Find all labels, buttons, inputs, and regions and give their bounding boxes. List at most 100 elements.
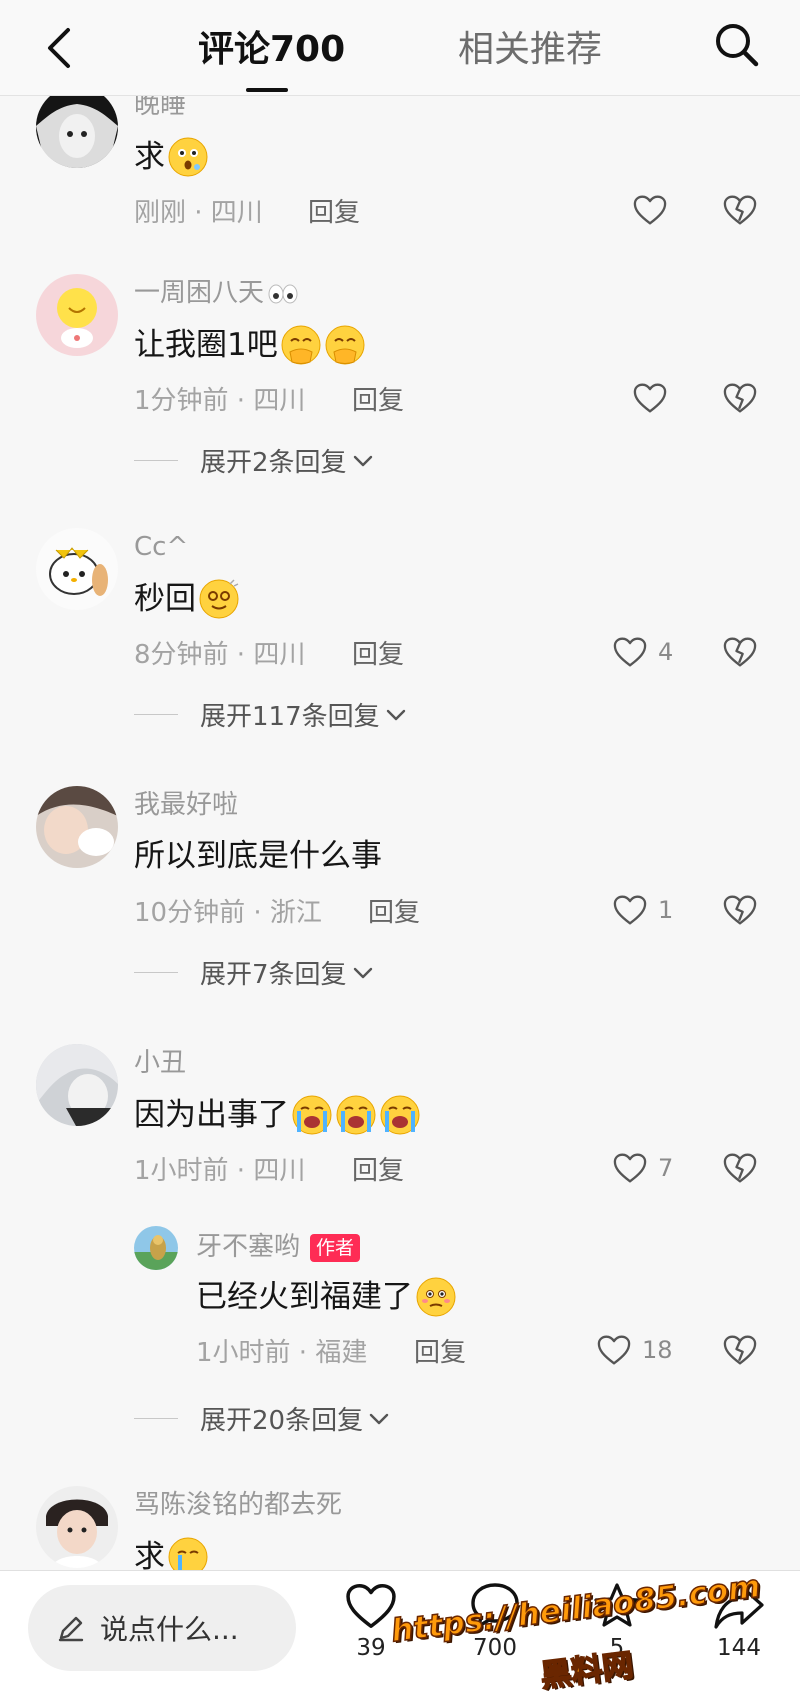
dislike-button[interactable] [722, 1152, 758, 1188]
comment-text: 秒回 [134, 578, 240, 620]
dislike-button[interactable] [722, 1334, 758, 1370]
reply-time-location: 1小时前 · 福建 [196, 1338, 368, 1368]
comment-input[interactable]: 说点什么... [28, 1585, 296, 1671]
reply-button[interactable]: 回复 [368, 896, 420, 930]
divider-line [134, 1418, 178, 1419]
username-text: 牙不塞哟 [196, 1232, 301, 1262]
broken-heart-icon [722, 1334, 758, 1366]
avatar[interactable] [36, 1044, 118, 1126]
back-arrow-icon [48, 28, 70, 68]
eyes-emoji [268, 284, 298, 303]
avatar[interactable] [36, 786, 118, 868]
like-button[interactable]: 4 [612, 636, 673, 668]
expand-replies-button[interactable]: 展开2条回复 [134, 442, 373, 479]
comment-item: 我最好啦 所以到底是什么事 10分钟前 · 浙江 回复 1 展开7条回复 [0, 786, 800, 990]
loudly-crying-emoji [291, 1094, 333, 1136]
like-count: 7 [658, 1154, 674, 1182]
chevron-down-icon [353, 455, 373, 467]
heart-icon [632, 194, 668, 226]
broken-heart-icon [722, 1152, 758, 1184]
watermark-name: 黑料网 [538, 1647, 636, 1696]
active-tab-indicator [246, 88, 288, 92]
reply-button[interactable]: 回复 [352, 384, 404, 418]
like-count: 4 [658, 638, 674, 666]
like-button[interactable]: 7 [612, 1152, 673, 1184]
reply-text-content: 已经火到福建了 [196, 1279, 413, 1315]
like-button[interactable] [632, 194, 668, 226]
heart-icon [612, 636, 648, 668]
comment-text: 求 [134, 1536, 209, 1570]
comments-list: 晚睡 求 刚刚 · 四川 回复 一周困八天 让我圈1吧 1分钟前 · 四川 回复 [0, 96, 800, 1570]
expand-replies-label: 展开7条回复 [200, 960, 347, 990]
author-badge: 作者 [310, 1233, 361, 1262]
expand-replies-button[interactable]: 展开20条回复 [134, 1400, 389, 1437]
comment-time-location: 1分钟前 · 四川 [134, 386, 306, 416]
heart-icon [612, 1152, 648, 1184]
dislike-button[interactable] [722, 894, 758, 930]
chevron-down-icon [369, 1413, 389, 1425]
comment-item: 晚睡 求 刚刚 · 四川 回复 [0, 96, 800, 266]
dislike-button[interactable] [722, 636, 758, 672]
comment-time-location: 1小时前 · 四川 [134, 1156, 306, 1186]
comment-username[interactable]: 一周困八天 [134, 276, 300, 310]
dislike-button[interactable] [722, 194, 758, 230]
comment-username[interactable]: Cc^ [134, 530, 188, 564]
divider-line [134, 714, 178, 715]
back-button[interactable] [40, 24, 80, 72]
avatar[interactable] [36, 1486, 118, 1568]
search-icon [716, 24, 759, 67]
like-button[interactable]: 1 [612, 894, 673, 926]
expand-replies-button[interactable]: 展开7条回复 [134, 954, 373, 991]
like-count: 1 [658, 896, 674, 924]
avatar[interactable] [36, 528, 118, 610]
comment-text: 求 [134, 136, 209, 178]
comment-username[interactable]: 骂陈浚铭的都去死 [134, 1488, 342, 1522]
broken-heart-icon [722, 382, 758, 414]
expand-replies-label: 展开2条回复 [200, 448, 347, 478]
comment-text-content: 秒回 [134, 581, 196, 617]
expand-replies-button[interactable]: 展开117条回复 [134, 696, 406, 733]
reply-button[interactable]: 回复 [414, 1336, 466, 1370]
avatar[interactable] [36, 274, 118, 356]
loudly-crying-emoji [335, 1094, 377, 1136]
flushed-face-emoji [415, 1276, 457, 1318]
reply-username[interactable]: 牙不塞哟 作者 [196, 1230, 361, 1264]
shocked-face-emoji [167, 136, 209, 178]
pencil-icon [58, 1616, 84, 1642]
reply-button[interactable]: 回复 [352, 638, 404, 672]
dislike-button[interactable] [722, 382, 758, 418]
avatar[interactable] [36, 96, 118, 168]
chevron-down-icon [386, 709, 406, 721]
username-text: 一周困八天 [134, 278, 265, 308]
comment-item: Cc^ 秒回 8分钟前 · 四川 回复 4 展开117条回复 [0, 528, 800, 732]
comment-text-content: 让我圈1吧 [134, 327, 278, 363]
comment-time-location: 刚刚 · 四川 [134, 198, 263, 228]
tab-related-recommendations[interactable]: 相关推荐 [458, 26, 602, 74]
reply-button[interactable]: 回复 [308, 196, 360, 230]
reply-text: 已经火到福建了 [196, 1276, 457, 1318]
like-button[interactable]: 18 [596, 1334, 673, 1366]
watermark: https://heiliao85.com 黑料网 [388, 1568, 770, 1697]
comment-item: 一周困八天 让我圈1吧 1分钟前 · 四川 回复 展开2条回复 [0, 274, 800, 478]
heart-icon [632, 382, 668, 414]
comment-text: 所以到底是什么事 [134, 836, 382, 876]
comment-username[interactable]: 我最好啦 [134, 788, 238, 822]
search-button[interactable] [712, 20, 762, 70]
comment-username[interactable]: 晚睡 [134, 96, 186, 122]
divider-line [134, 972, 178, 973]
comment-text: 让我圈1吧 [134, 324, 366, 366]
hand-over-mouth-emoji [324, 324, 366, 366]
heart-icon [596, 1334, 632, 1366]
comment-username[interactable]: 小丑 [134, 1046, 186, 1080]
tab-comments[interactable]: 评论700 [198, 26, 345, 74]
reply-button[interactable]: 回复 [352, 1154, 404, 1188]
comment-text-content: 所以到底是什么事 [134, 838, 382, 874]
comment-text-content: 因为出事了 [134, 1097, 289, 1133]
like-count: 18 [642, 1336, 673, 1364]
avatar[interactable] [134, 1226, 178, 1270]
like-button[interactable] [632, 382, 668, 414]
comment-time-location: 10分钟前 · 浙江 [134, 898, 322, 928]
top-nav-bar: 评论700 相关推荐 [0, 0, 800, 96]
comment-time-location: 8分钟前 · 四川 [134, 640, 306, 670]
input-placeholder: 说点什么... [100, 1613, 239, 1646]
